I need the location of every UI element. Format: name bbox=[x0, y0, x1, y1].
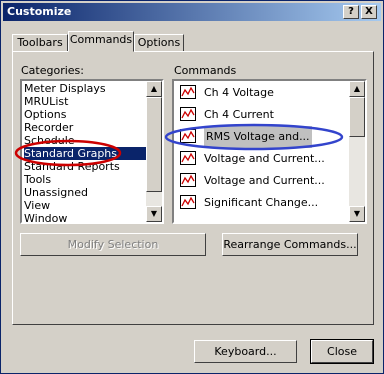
category-item[interactable]: Window bbox=[24, 212, 67, 222]
command-label: Voltage and Current... bbox=[204, 174, 325, 187]
command-label: RMS Voltage and... bbox=[204, 126, 312, 148]
category-item[interactable]: Options bbox=[24, 108, 66, 121]
command-item[interactable]: Voltage and Current... bbox=[176, 170, 330, 192]
commands-scrollbar[interactable]: ▲ ▼ bbox=[349, 81, 365, 222]
category-item[interactable]: Recorder bbox=[24, 121, 73, 134]
keyboard-button[interactable]: Keyboard... bbox=[194, 340, 297, 363]
category-item[interactable]: MRUList bbox=[24, 95, 68, 108]
graph-icon bbox=[180, 129, 196, 143]
categories-label: Categories: bbox=[21, 64, 84, 77]
scroll-down-arrow-icon[interactable]: ▼ bbox=[349, 206, 365, 222]
category-item[interactable]: Tools bbox=[24, 173, 51, 186]
close-button[interactable]: Close bbox=[310, 339, 374, 364]
category-item[interactable]: Unassigned bbox=[24, 186, 88, 199]
tab-toolbars[interactable]: Toolbars bbox=[12, 34, 68, 52]
tab-options[interactable]: Options bbox=[134, 34, 184, 52]
command-label: Voltage and Current... bbox=[204, 152, 325, 165]
rearrange-commands-button[interactable]: Rearrange Commands... bbox=[222, 233, 358, 256]
help-button[interactable]: ? bbox=[343, 5, 359, 19]
command-item[interactable]: Ch 4 Voltage bbox=[176, 82, 330, 104]
commands-list[interactable]: Ch 4 Voltage Ch 4 Current RMS Voltage an… bbox=[172, 79, 367, 224]
command-item[interactable]: Voltage and Current... bbox=[176, 148, 330, 170]
command-label: Ch 4 Current bbox=[204, 108, 274, 121]
window-title: Customize bbox=[7, 5, 72, 18]
graph-icon bbox=[180, 195, 196, 209]
modify-selection-button[interactable]: Modify Selection bbox=[20, 233, 206, 256]
category-item[interactable]: Schedule bbox=[24, 134, 75, 147]
scroll-thumb[interactable] bbox=[349, 97, 365, 137]
title-bar: Customize ? X bbox=[3, 3, 381, 21]
category-item[interactable]: Meter Displays bbox=[24, 82, 106, 95]
commands-label: Commands bbox=[174, 64, 237, 77]
categories-list[interactable]: Meter Displays MRUList Options Recorder … bbox=[20, 79, 164, 224]
graph-icon bbox=[180, 107, 196, 121]
commands-tab-panel: Categories: Commands Meter Displays MRUL… bbox=[12, 51, 374, 325]
graph-icon bbox=[180, 173, 196, 187]
command-item-selected[interactable]: RMS Voltage and... bbox=[176, 126, 330, 148]
categories-scrollbar[interactable]: ▲ ▼ bbox=[146, 81, 162, 222]
category-item-selected[interactable]: Standard Graphs bbox=[24, 147, 146, 160]
scroll-thumb[interactable] bbox=[146, 97, 162, 192]
scroll-down-arrow-icon[interactable]: ▼ bbox=[146, 206, 162, 222]
scroll-up-arrow-icon[interactable]: ▲ bbox=[146, 81, 162, 97]
customize-dialog: Customize ? X Toolbars Commands Options … bbox=[0, 0, 384, 374]
graph-icon bbox=[180, 85, 196, 99]
close-window-button[interactable]: X bbox=[361, 5, 377, 19]
command-item[interactable]: Ch 4 Current bbox=[176, 104, 330, 126]
command-item[interactable]: Significant Change... bbox=[176, 192, 330, 214]
graph-icon bbox=[180, 151, 196, 165]
command-label: Significant Change... bbox=[204, 196, 319, 209]
category-item[interactable]: View bbox=[24, 199, 50, 212]
category-item[interactable]: Standard Reports bbox=[24, 160, 120, 173]
command-label: Ch 4 Voltage bbox=[204, 86, 274, 99]
tab-commands[interactable]: Commands bbox=[68, 31, 134, 52]
scroll-up-arrow-icon[interactable]: ▲ bbox=[349, 81, 365, 97]
